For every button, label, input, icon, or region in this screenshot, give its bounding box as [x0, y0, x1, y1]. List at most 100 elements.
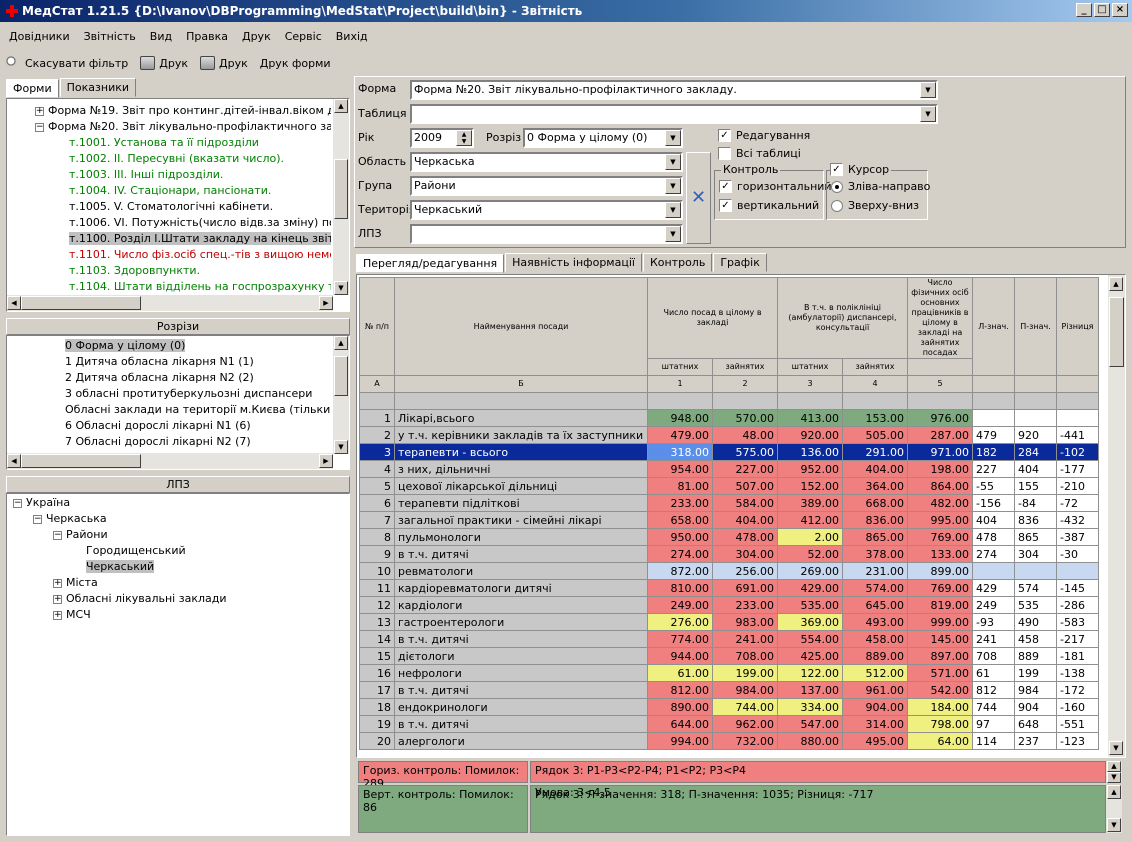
chevron-down-icon[interactable]: ▼: [665, 202, 681, 218]
scroll-left-button[interactable]: ◀: [7, 296, 21, 310]
l-value-cell[interactable]: 227: [972, 460, 1015, 478]
row-number-cell[interactable]: 1: [359, 409, 395, 427]
value-cell[interactable]: 999.00: [907, 613, 973, 631]
l-value-cell[interactable]: -55: [972, 477, 1015, 495]
rozriz-item[interactable]: 0 Форма у цілому (0): [9, 338, 331, 354]
value-cell[interactable]: 227.00: [712, 460, 778, 478]
forms-tree-item[interactable]: т.1100. Розділ I.Штати закладу на кінець…: [9, 231, 331, 247]
value-cell[interactable]: 136.00: [777, 443, 843, 461]
diff-cell[interactable]: -286: [1056, 596, 1099, 614]
scroll-right-button[interactable]: ▶: [319, 454, 333, 468]
diff-cell[interactable]: -145: [1056, 579, 1099, 597]
value-cell[interactable]: 184.00: [907, 698, 973, 716]
forms-tree-item[interactable]: т.1002. II. Пересувні (вказати число).: [9, 151, 331, 167]
value-cell[interactable]: 256.00: [712, 562, 778, 580]
table-row[interactable]: 17 в т.ч. дитячі 812.00 984.00 137.00 961.00 5…: [359, 681, 1099, 699]
value-cell[interactable]: 287.00: [907, 426, 973, 444]
value-cell[interactable]: 899.00: [907, 562, 973, 580]
collapse-icon[interactable]: −: [13, 498, 22, 508]
l-value-cell[interactable]: 479: [972, 426, 1015, 444]
maximize-button[interactable]: □: [1094, 3, 1110, 17]
table-row[interactable]: 5 цехової лікарської дільниці 81.00 507.00 1…: [359, 477, 1099, 495]
value-cell[interactable]: 644.00: [647, 715, 713, 733]
value-cell[interactable]: 64.00: [907, 732, 973, 750]
diff-cell[interactable]: -177: [1056, 460, 1099, 478]
value-cell[interactable]: 645.00: [842, 596, 908, 614]
print-button-2[interactable]: Друк: [200, 56, 248, 70]
value-cell[interactable]: 798.00: [907, 715, 973, 733]
value-cell[interactable]: 864.00: [907, 477, 973, 495]
table-row[interactable]: 7 загальної практики - сімейні лікарі 658.…: [359, 511, 1099, 529]
value-cell[interactable]: 52.00: [777, 545, 843, 563]
value-cell[interactable]: 950.00: [647, 528, 713, 546]
value-cell[interactable]: 241.00: [712, 630, 778, 648]
row-name-cell[interactable]: цехової лікарської дільниці: [394, 477, 648, 495]
value-cell[interactable]: 535.00: [777, 596, 843, 614]
rozriz-item[interactable]: 2 Дитяча обласна лікарня N2 (2): [9, 370, 331, 386]
value-cell[interactable]: 708.00: [712, 647, 778, 665]
expand-icon[interactable]: +: [53, 594, 62, 604]
diff-cell[interactable]: -210: [1056, 477, 1099, 495]
territory-combo[interactable]: Черкаський ▼: [410, 200, 683, 220]
value-cell[interactable]: 872.00: [647, 562, 713, 580]
chevron-down-icon[interactable]: ▼: [665, 178, 681, 194]
table-row[interactable]: 2у т.ч. керівники закладів та їх заступн…: [359, 426, 1099, 444]
scroll-up-button[interactable]: ▲: [1107, 761, 1121, 772]
diff-cell[interactable]: -138: [1056, 664, 1099, 682]
row-number-cell[interactable]: 9: [359, 545, 395, 563]
menu-servis[interactable]: Сервіс: [276, 30, 327, 43]
tab-chart[interactable]: Графік: [713, 253, 767, 272]
scroll-down-button[interactable]: ▼: [334, 281, 348, 295]
value-cell[interactable]: 199.00: [712, 664, 778, 682]
p-value-cell[interactable]: 304: [1014, 545, 1057, 563]
scroll-thumb[interactable]: [21, 296, 141, 310]
l-value-cell[interactable]: -93: [972, 613, 1015, 631]
collapse-icon[interactable]: −: [33, 514, 42, 524]
value-cell[interactable]: 378.00: [842, 545, 908, 563]
l-value-cell[interactable]: [972, 409, 1015, 427]
row-name-cell[interactable]: ендокринологи: [394, 698, 648, 716]
row-number-cell[interactable]: 11: [359, 579, 395, 597]
value-cell[interactable]: 364.00: [842, 477, 908, 495]
table-row[interactable]: 19 в т.ч. дитячі 644.00 962.00 547.00 314.00 7…: [359, 715, 1099, 733]
row-name-cell[interactable]: терапевти підліткові: [394, 494, 648, 512]
value-cell[interactable]: 880.00: [777, 732, 843, 750]
scroll-left-button[interactable]: ◀: [7, 454, 21, 468]
value-cell[interactable]: 429.00: [777, 579, 843, 597]
diff-cell[interactable]: -172: [1056, 681, 1099, 699]
menu-vyd[interactable]: Вид: [141, 30, 177, 43]
lpz-tree-item[interactable]: − Україна: [9, 495, 339, 511]
l-value-cell[interactable]: 182: [972, 443, 1015, 461]
scroll-thumb[interactable]: [1109, 297, 1124, 367]
value-cell[interactable]: 575.00: [712, 443, 778, 461]
p-value-cell[interactable]: 865: [1014, 528, 1057, 546]
value-cell[interactable]: 276.00: [647, 613, 713, 631]
tab-control[interactable]: Контроль: [642, 253, 713, 272]
value-cell[interactable]: 269.00: [777, 562, 843, 580]
diff-cell[interactable]: -432: [1056, 511, 1099, 529]
row-number-cell[interactable]: 6: [359, 494, 395, 512]
value-cell[interactable]: 198.00: [907, 460, 973, 478]
p-value-cell[interactable]: 284: [1014, 443, 1057, 461]
row-name-cell[interactable]: в т.ч. дитячі: [394, 715, 648, 733]
value-cell[interactable]: 152.00: [777, 477, 843, 495]
cursor-checkbox[interactable]: ✓ Курсор: [830, 163, 892, 176]
value-cell[interactable]: 774.00: [647, 630, 713, 648]
forms-tree-item[interactable]: т.1006. VI. Потужність(число відв.за змі…: [9, 215, 331, 231]
diff-cell[interactable]: [1056, 409, 1099, 427]
value-cell[interactable]: 691.00: [712, 579, 778, 597]
l-value-cell[interactable]: 274: [972, 545, 1015, 563]
table-row[interactable]: 11 кардіоревматологи дитячі 810.00 691.00 42…: [359, 579, 1099, 597]
table-row[interactable]: 1 Лікарі,всього 948.00 570.00 413.00 153.00 97…: [359, 409, 1099, 427]
value-cell[interactable]: 836.00: [842, 511, 908, 529]
chevron-down-icon[interactable]: ▼: [920, 82, 936, 98]
value-cell[interactable]: 137.00: [777, 681, 843, 699]
table-combo[interactable]: ▼: [410, 104, 938, 124]
tab-forms[interactable]: Форми: [6, 79, 59, 98]
minimize-button[interactable]: _: [1076, 3, 1092, 17]
value-cell[interactable]: 233.00: [647, 494, 713, 512]
value-cell[interactable]: 231.00: [842, 562, 908, 580]
value-cell[interactable]: 495.00: [842, 732, 908, 750]
tab-view-edit[interactable]: Перегляд/редагування: [356, 254, 505, 273]
diff-cell[interactable]: -583: [1056, 613, 1099, 631]
